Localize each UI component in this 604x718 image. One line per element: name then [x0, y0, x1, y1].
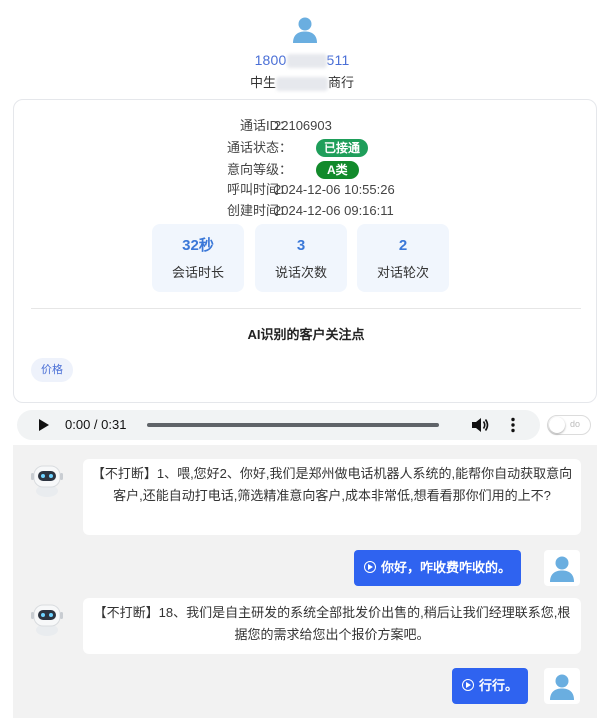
ai-message: 【不打断】18、我们是自主研发的系统全部批发价出售的,稍后让我们经理联系您,根据… — [83, 598, 581, 654]
user-avatar-icon — [293, 17, 317, 43]
robot-avatar-icon — [31, 465, 63, 497]
phone-number: 1800 511 — [254, 52, 350, 69]
user-message[interactable]: 你好，咋收费咋收的。 — [354, 550, 522, 586]
intent-label: 意向等级： — [226, 162, 292, 177]
intent-row: 意向等级： A类 — [14, 160, 598, 180]
status-badge: 已接通 — [316, 139, 369, 157]
created-time-value: 2024-12-06 09:16:11 — [274, 203, 394, 218]
volume-icon[interactable] — [471, 417, 489, 433]
stat-speak-count: 3 说话次数 — [255, 224, 347, 292]
user-message[interactable]: 行行。 — [452, 668, 529, 704]
play-circle-icon[interactable] — [462, 679, 474, 691]
stat-label: 对话轮次 — [376, 265, 429, 280]
toggle-knob — [549, 417, 565, 433]
play-circle-icon[interactable] — [364, 561, 376, 573]
toggle-switch[interactable]: do — [547, 415, 591, 435]
user-message-text: 你好，咋收费咋收的。 — [381, 560, 512, 575]
user-avatar-icon — [544, 550, 580, 586]
masked-company — [276, 76, 328, 91]
playback-time: 0:00 / 0:31 — [65, 417, 127, 432]
call-status-row: 通话状态： 已接通 — [14, 138, 598, 158]
call-id-row: 通话ID： 22106903 — [14, 116, 598, 136]
more-options-icon[interactable] — [510, 417, 516, 433]
stat-label: 说话次数 — [274, 265, 327, 280]
stat-value: 2 — [398, 237, 408, 254]
progress-track[interactable] — [147, 423, 439, 427]
created-time-row: 创建时间： 2024-12-06 09:16:11 — [14, 201, 598, 221]
play-icon[interactable] — [39, 419, 49, 431]
focus-title: AI识别的客户关注点 — [247, 327, 365, 342]
masked-digits — [286, 54, 327, 69]
stat-value: 3 — [296, 237, 306, 254]
robot-avatar-icon — [31, 604, 63, 636]
stat-label: 会话时长 — [171, 265, 224, 280]
ai-message: 【不打断】1、喂,您好2、你好,我们是郑州做电话机器人系统的,能帮你自动获取意向… — [83, 459, 581, 535]
audio-player: 0:00 / 0:31 — [17, 410, 540, 440]
call-status-label: 通话状态： — [226, 140, 292, 155]
contact-header: 1800 511 中生 商行 — [0, 0, 604, 96]
focus-tag[interactable]: 价格 — [31, 358, 73, 382]
stat-rounds: 2 对话轮次 — [357, 224, 449, 292]
intent-badge: A类 — [316, 161, 359, 179]
stat-duration: 32秒 会话时长 — [152, 224, 244, 292]
call-info-card: 通话ID： 22106903 通话状态： 已接通 意向等级： A类 呼叫时间： … — [13, 99, 597, 403]
user-avatar-icon — [544, 668, 580, 704]
call-id-value: 22106903 — [274, 118, 332, 133]
stat-value: 32秒 — [182, 237, 214, 254]
company-name: 中生 商行 — [249, 75, 355, 91]
call-time-row: 呼叫时间： 2024-12-06 10:55:26 — [14, 180, 598, 200]
toggle-label: do — [570, 419, 581, 429]
divider — [31, 308, 581, 309]
user-message-text: 行行。 — [479, 678, 519, 693]
chat-transcript: 【不打断】1、喂,您好2、你好,我们是郑州做电话机器人系统的,能帮你自动获取意向… — [13, 445, 597, 718]
call-time-value: 2024-12-06 10:55:26 — [274, 182, 395, 197]
